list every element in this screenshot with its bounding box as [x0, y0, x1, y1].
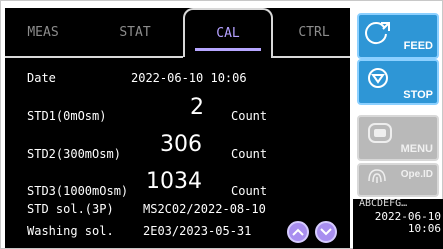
device-screen: MEAS STAT CAL CTRL Date 2022-06-10 10:06…: [0, 0, 443, 249]
main-panel: MEAS STAT CAL CTRL Date 2022-06-10 10:06…: [5, 8, 350, 248]
std1-count: 2: [190, 95, 204, 120]
scroll-down-button[interactable]: [315, 221, 337, 243]
fingerprint-icon: [368, 169, 386, 183]
tab-cal[interactable]: CAL: [183, 8, 273, 57]
stop-button[interactable]: STOP: [357, 59, 439, 105]
menu-label: MENU: [400, 143, 433, 155]
std1-unit: Count: [231, 109, 268, 123]
operator-id-label: Ope.ID: [400, 169, 433, 180]
tab-meas[interactable]: MEAS: [9, 8, 77, 57]
date-label: Date: [27, 71, 56, 85]
operator-id-value: ABCDEFG…: [359, 198, 408, 209]
washing-sol-value: 2E03/2023-05-31: [143, 224, 252, 238]
clock-time: 10:06: [407, 222, 441, 235]
std3-unit: Count: [231, 184, 268, 198]
stop-icon: [368, 68, 388, 88]
stop-label: STOP: [403, 89, 433, 101]
std3-count: 1034: [146, 169, 202, 194]
feed-label: FEED: [403, 40, 433, 52]
menu-button[interactable]: MENU: [357, 115, 439, 161]
menu-icon: [368, 123, 392, 143]
std-sol-value: MS2C02/2022-08-10: [143, 202, 266, 216]
std3-label: STD3(1000mOsm): [27, 184, 129, 198]
tab-divider: [271, 56, 350, 58]
tab-stat[interactable]: STAT: [101, 8, 169, 57]
feed-button[interactable]: FEED: [357, 13, 439, 59]
feed-icon: [365, 22, 390, 45]
washing-sol-label: Washing sol.: [27, 224, 114, 238]
std2-label: STD2(300mOsm): [27, 147, 121, 161]
chevron-up-icon: [292, 228, 304, 236]
std-sol-label: STD sol.(3P): [27, 202, 114, 216]
chevron-down-icon: [320, 228, 332, 236]
std2-unit: Count: [231, 147, 268, 161]
std2-count: 306: [160, 132, 202, 157]
tab-ctrl[interactable]: CTRL: [281, 8, 347, 57]
tab-divider: [5, 56, 183, 58]
active-tab-underline: [195, 48, 261, 51]
tab-cal-label: CAL: [216, 26, 240, 41]
operator-id-button[interactable]: Ope.ID: [357, 163, 439, 197]
clock: 2022-06-10 10:06: [357, 211, 441, 235]
scroll-up-button[interactable]: [287, 221, 309, 243]
date-value: 2022-06-10 10:06: [131, 71, 247, 85]
std1-label: STD1(0mOsm): [27, 109, 107, 123]
